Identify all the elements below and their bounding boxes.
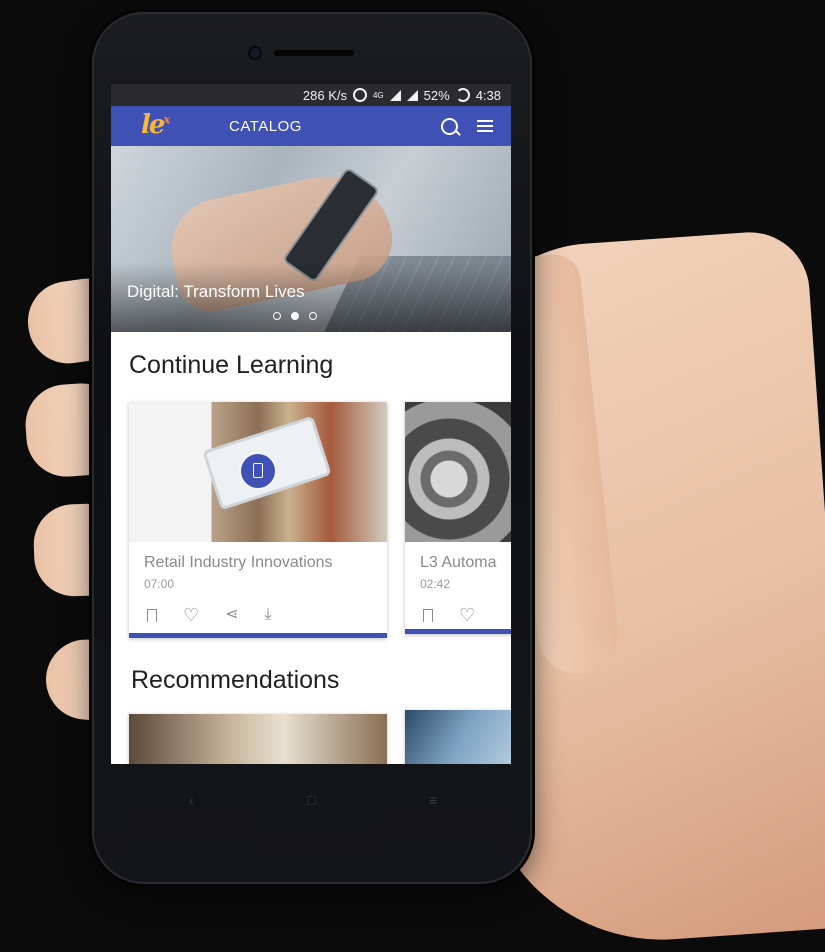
page-title: CATALOG bbox=[229, 118, 302, 135]
front-camera bbox=[250, 48, 260, 58]
battery-level: 52% bbox=[423, 87, 450, 103]
app-bar: lex CATALOG bbox=[111, 106, 511, 146]
alarm-icon bbox=[352, 88, 367, 102]
logo-mark: x bbox=[163, 112, 170, 127]
bookmark-icon[interactable] bbox=[147, 608, 157, 627]
card-actions: ♡ ⋖ ⤓ bbox=[147, 606, 272, 627]
app-logo[interactable]: lex bbox=[141, 110, 171, 140]
card-actions: ♡ bbox=[423, 606, 475, 627]
phone-screen: 286 K/s 4G 52% 4:38 lex CATALOG Digital:… bbox=[111, 84, 511, 764]
device-badge-icon bbox=[241, 454, 275, 488]
course-card[interactable]: L3 Automa 02:42 ♡ bbox=[405, 402, 511, 634]
course-title: Retail Industry Innovations bbox=[144, 554, 333, 571]
course-card[interactable]: Retail Industry Innovations 07:00 ♡ ⋖ ⤓ bbox=[129, 402, 387, 638]
share-icon[interactable]: ⋖ bbox=[225, 607, 238, 623]
menu-icon[interactable] bbox=[477, 120, 493, 132]
earpiece-speaker bbox=[274, 50, 354, 56]
heart-icon[interactable]: ♡ bbox=[183, 606, 199, 624]
carousel-dot-3[interactable] bbox=[309, 312, 317, 320]
network-type: 4G bbox=[372, 90, 384, 100]
progress-bar bbox=[405, 629, 511, 634]
section-title-recommendations: Recommendations bbox=[131, 666, 340, 694]
clock: 4:38 bbox=[475, 87, 501, 103]
home-key-icon[interactable]: □ bbox=[307, 792, 315, 808]
section-title-continue-learning: Continue Learning bbox=[129, 351, 334, 379]
course-duration: 02:42 bbox=[420, 577, 451, 591]
heart-icon[interactable]: ♡ bbox=[459, 606, 475, 624]
search-icon[interactable] bbox=[441, 118, 458, 135]
recommendation-card[interactable] bbox=[405, 710, 511, 764]
back-key-icon[interactable]: ‹ bbox=[189, 792, 194, 808]
course-thumbnail bbox=[405, 402, 511, 542]
hardware-nav-bar: ‹ □ ≡ bbox=[111, 764, 511, 834]
recommendation-card[interactable] bbox=[129, 714, 387, 764]
signal-icon-2 bbox=[406, 89, 418, 101]
progress-bar bbox=[129, 633, 387, 638]
status-bar: 286 K/s 4G 52% 4:38 bbox=[111, 84, 511, 106]
course-title: L3 Automa bbox=[420, 554, 497, 571]
battery-icon bbox=[455, 88, 470, 102]
menu-key-icon[interactable]: ≡ bbox=[429, 792, 437, 808]
logo-text: le bbox=[141, 110, 165, 140]
hero-title: Digital: Transform Lives bbox=[127, 282, 305, 301]
hero-carousel[interactable]: Digital: Transform Lives bbox=[111, 146, 511, 332]
download-icon[interactable]: ⤓ bbox=[265, 607, 272, 623]
carousel-dot-2[interactable] bbox=[291, 312, 299, 320]
course-duration: 07:00 bbox=[144, 577, 175, 591]
signal-icon bbox=[389, 89, 401, 101]
bookmark-icon[interactable] bbox=[423, 608, 433, 627]
course-thumbnail bbox=[129, 402, 387, 542]
carousel-dot-1[interactable] bbox=[273, 312, 281, 320]
network-speed: 286 K/s bbox=[302, 87, 347, 103]
carousel-dots bbox=[273, 312, 317, 320]
